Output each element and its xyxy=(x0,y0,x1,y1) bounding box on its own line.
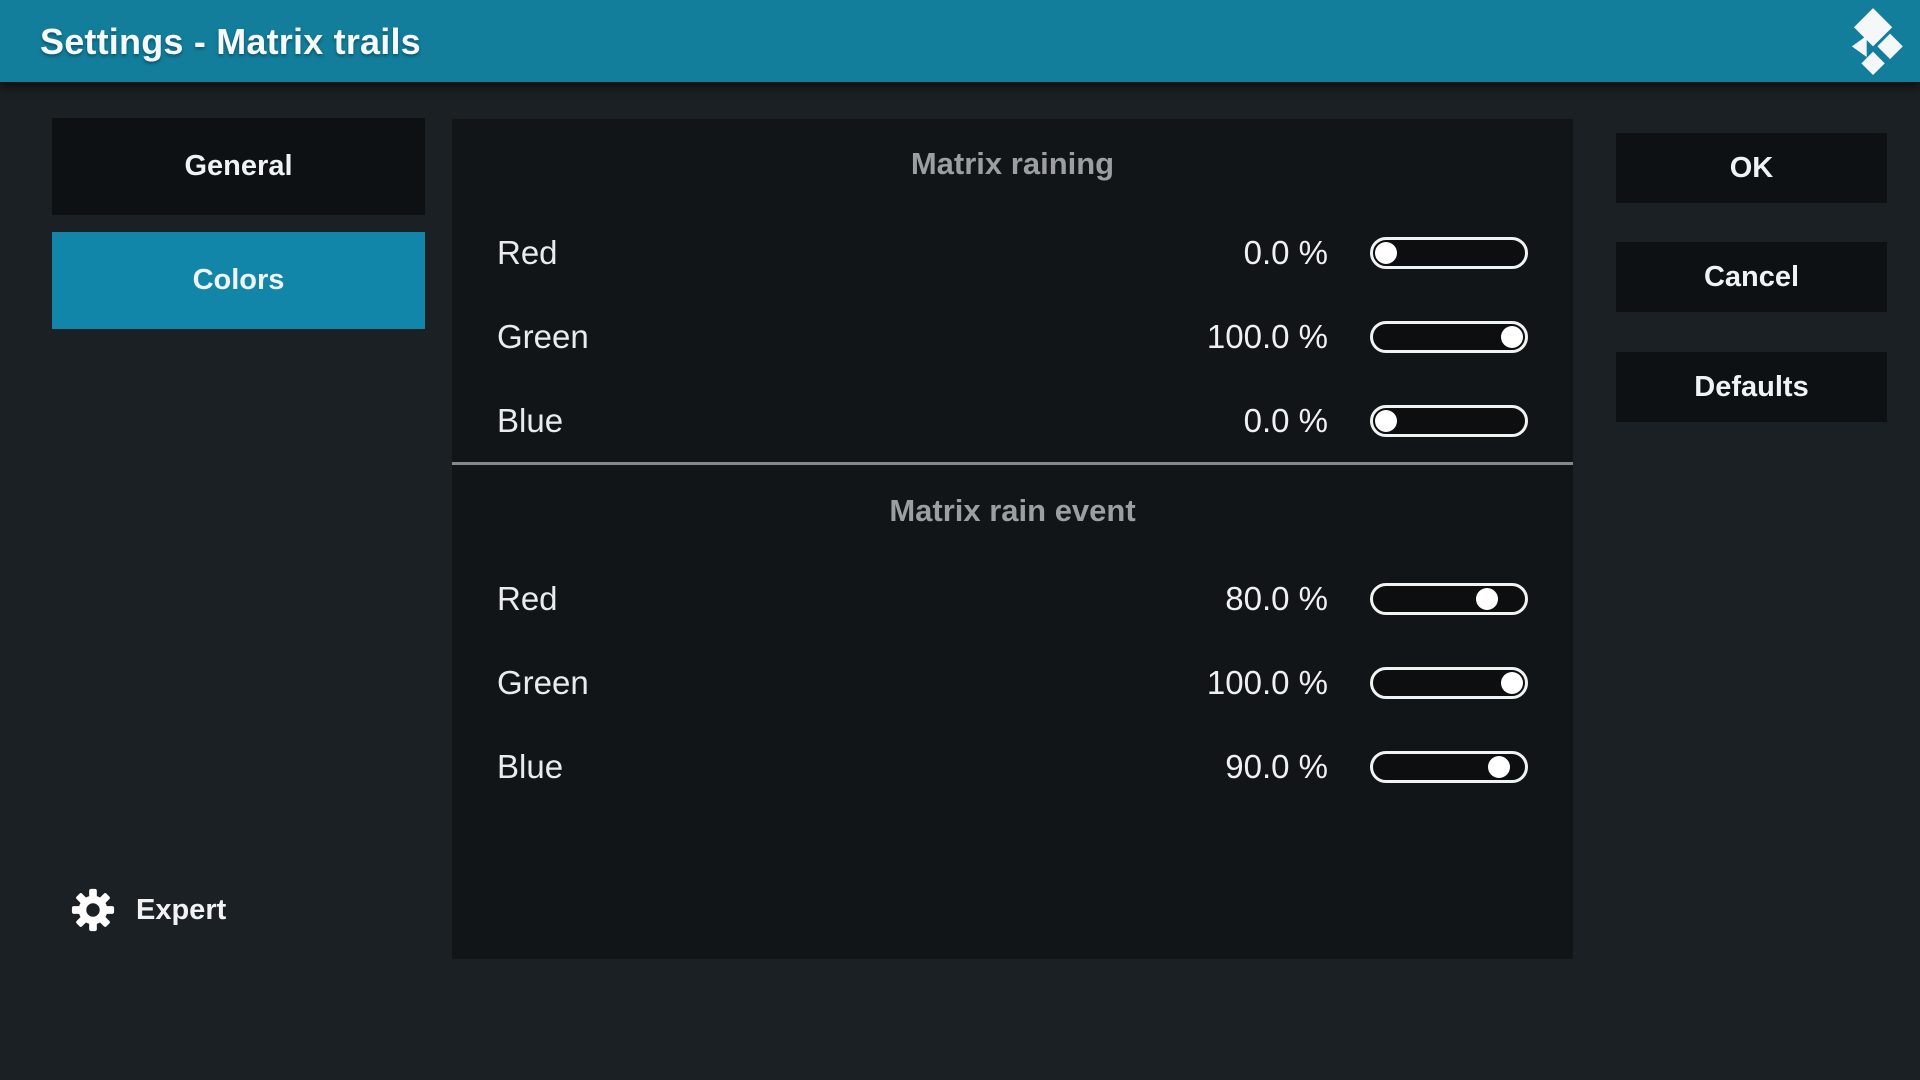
group-separator xyxy=(452,462,1573,465)
group-header: Matrix raining xyxy=(452,144,1573,184)
setting-row[interactable]: Red 0.0 % xyxy=(452,223,1573,283)
sidebar-item-general[interactable]: General xyxy=(52,118,425,215)
slider-red[interactable] xyxy=(1370,237,1528,269)
slider-blue[interactable] xyxy=(1370,405,1528,437)
settings-panel: Matrix raining Red 0.0 % Green 100.0 % Blue 0.… xyxy=(452,119,1573,959)
setting-row[interactable]: Green 100.0 % xyxy=(452,653,1573,713)
setting-label: Green xyxy=(497,307,589,367)
slider-blue[interactable] xyxy=(1370,751,1528,783)
slider-knob[interactable] xyxy=(1488,756,1510,778)
slider-knob[interactable] xyxy=(1501,326,1523,348)
setting-row[interactable]: Green 100.0 % xyxy=(452,307,1573,367)
setting-label: Blue xyxy=(497,391,563,451)
slider-green[interactable] xyxy=(1370,321,1528,353)
kodi-logo-icon xyxy=(1838,7,1906,75)
slider-knob[interactable] xyxy=(1501,672,1523,694)
ok-button[interactable]: OK xyxy=(1616,133,1887,203)
setting-row[interactable]: Red 80.0 % xyxy=(452,569,1573,629)
settings-level-button[interactable]: Expert xyxy=(70,884,226,936)
setting-value: 0.0 % xyxy=(1244,391,1328,451)
slider-green[interactable] xyxy=(1370,667,1528,699)
setting-value: 100.0 % xyxy=(1207,307,1328,367)
setting-row[interactable]: Blue 0.0 % xyxy=(452,391,1573,451)
setting-value: 80.0 % xyxy=(1225,569,1328,629)
setting-label: Blue xyxy=(497,737,563,797)
setting-value: 100.0 % xyxy=(1207,653,1328,713)
group-header: Matrix rain event xyxy=(452,491,1573,531)
setting-label: Green xyxy=(497,653,589,713)
cancel-button[interactable]: Cancel xyxy=(1616,242,1887,312)
settings-level-label: Expert xyxy=(136,894,226,927)
sidebar-item-colors[interactable]: Colors xyxy=(52,232,425,329)
slider-knob[interactable] xyxy=(1476,588,1498,610)
slider-knob[interactable] xyxy=(1375,242,1397,264)
window-title: Settings - Matrix trails xyxy=(40,0,421,82)
gear-icon xyxy=(70,887,116,933)
title-bar: Settings - Matrix trails xyxy=(0,0,1920,82)
setting-label: Red xyxy=(497,569,558,629)
setting-value: 90.0 % xyxy=(1225,737,1328,797)
slider-knob[interactable] xyxy=(1375,410,1397,432)
defaults-button[interactable]: Defaults xyxy=(1616,352,1887,422)
setting-row[interactable]: Blue 90.0 % xyxy=(452,737,1573,797)
slider-red[interactable] xyxy=(1370,583,1528,615)
setting-label: Red xyxy=(497,223,558,283)
setting-value: 0.0 % xyxy=(1244,223,1328,283)
